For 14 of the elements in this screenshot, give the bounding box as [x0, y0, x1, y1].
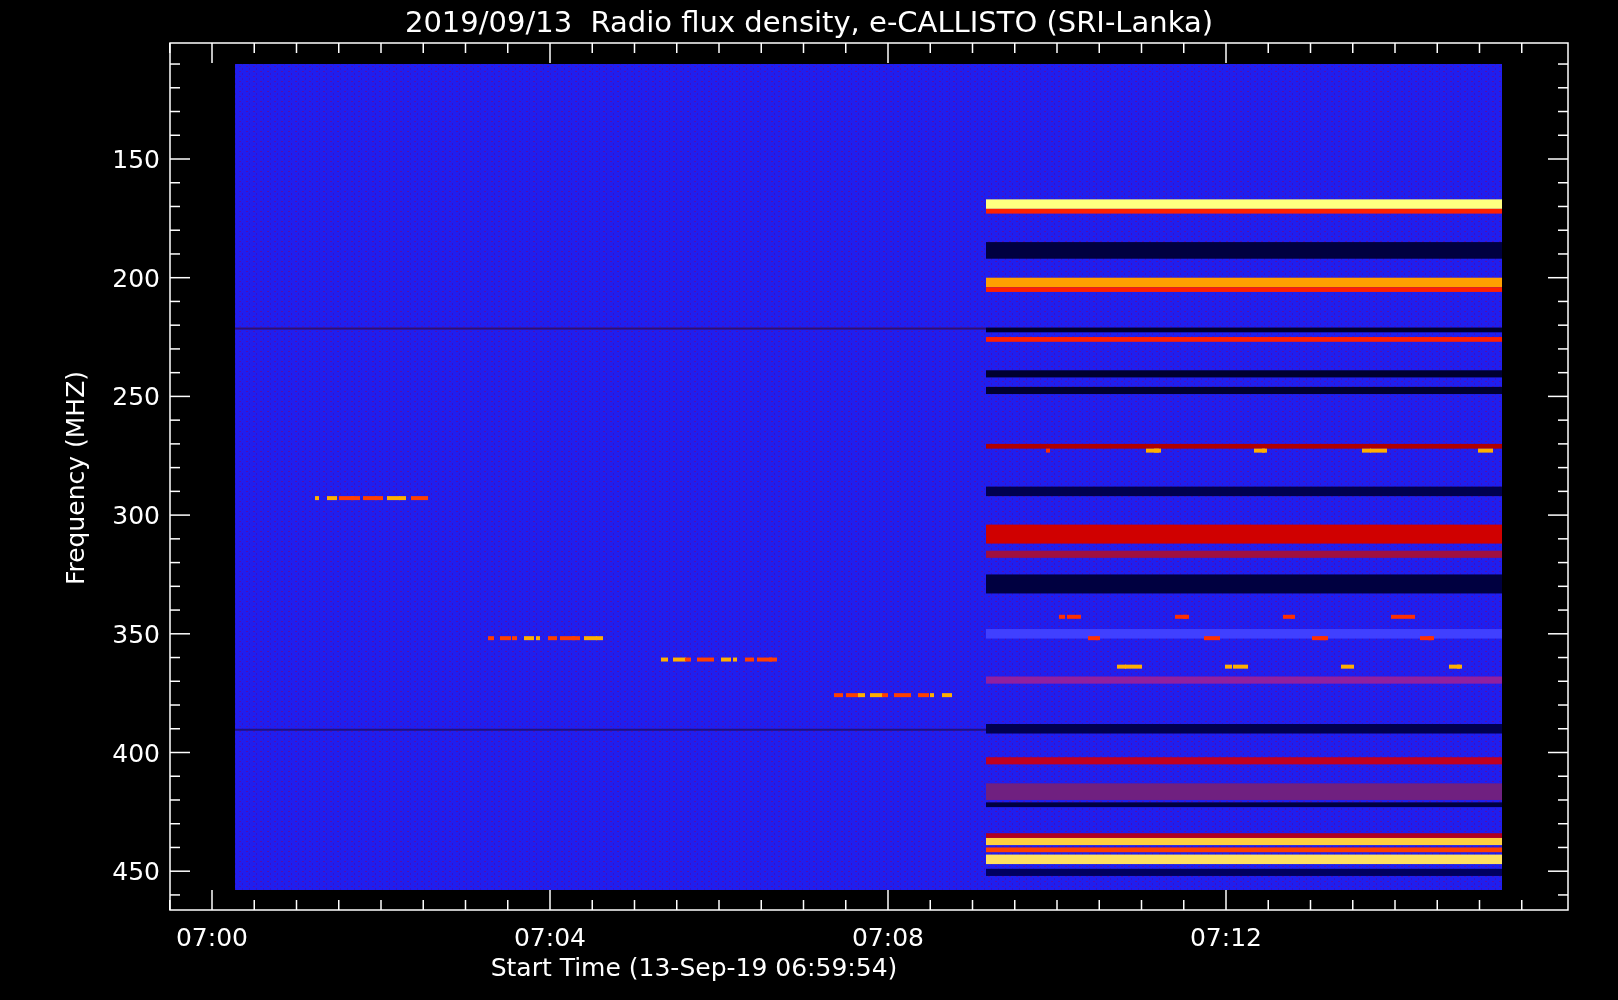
tick-label: 250	[112, 382, 160, 412]
tick-label: 07:04	[514, 923, 586, 952]
axis-title: Frequency (MHZ)	[61, 370, 90, 586]
tick-label: 300	[112, 501, 160, 531]
tick-label: 07:12	[1190, 923, 1262, 952]
tick-label: 07:00	[176, 923, 248, 952]
tick-label: 07:08	[852, 923, 924, 952]
tick-label: 400	[112, 738, 160, 768]
axis-title: Start Time (13-Sep-19 06:59:54)	[490, 953, 898, 982]
plot-title: 2019/09/13 Radio flux density, e-CALLISTO (SRI-Lanka)	[404, 5, 1214, 39]
tick-label: 450	[112, 857, 160, 887]
tick-label: 350	[112, 619, 160, 649]
tick-label: 200	[112, 263, 160, 293]
tick-label: 150	[112, 145, 160, 174]
